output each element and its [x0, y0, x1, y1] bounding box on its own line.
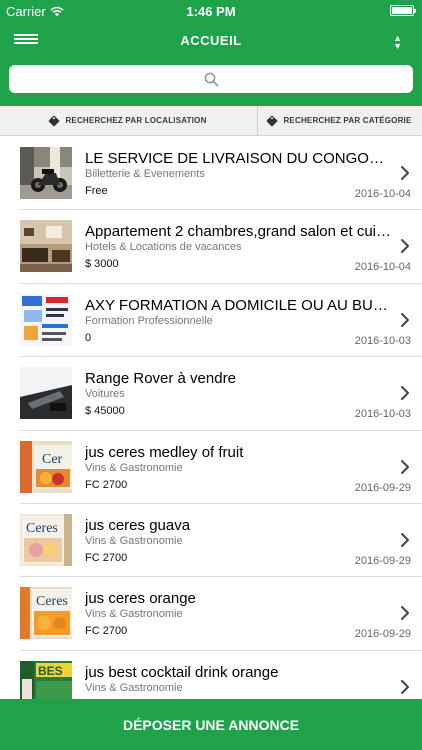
listing-title: jus ceres guava — [85, 516, 191, 534]
battery-icon — [390, 5, 416, 16]
listing-thumbnail — [20, 147, 72, 199]
listing-price: $ 3000 — [85, 258, 119, 271]
listing-title: Range Rover à vendre — [85, 370, 236, 388]
listing-row[interactable]: Range Rover à vendre Voitures $ 45000 20… — [0, 357, 422, 431]
svg-text:BES: BES — [38, 664, 63, 678]
filter-location-label: RECHERCHEZ PAR LOCALISATION — [65, 116, 207, 125]
post-ad-label: DÉPOSER UNE ANNONCE — [122, 716, 300, 733]
listing-date: 2016-10-03 — [354, 408, 411, 421]
listing-title: jus ceres medley of fruit — [85, 443, 244, 461]
svg-text:Cer: Cer — [42, 452, 63, 467]
search-icon — [204, 72, 218, 86]
listing-date: 2016-10-03 — [354, 334, 411, 347]
listing-category: Vins & Gastronomie — [85, 534, 183, 547]
chevron-right-icon — [401, 239, 409, 254]
listing-price: $ 45000 — [85, 405, 125, 418]
listing-row[interactable]: Appartement 2 chambres,grand salon et cu… — [0, 210, 422, 285]
nav-bar: ACCUEIL ▲ ▼ — [0, 22, 422, 62]
listing-price: FC 2700 — [85, 625, 128, 638]
listing-price: 0 — [85, 331, 92, 344]
svg-text:Ceres: Ceres — [26, 521, 58, 536]
listing-row[interactable]: Ceres jus ceres guava Vins & Gastronomie… — [0, 504, 422, 578]
listing-thumbnail: Cer — [20, 440, 72, 493]
listing-title: jus best cocktail drink orange — [85, 663, 279, 681]
listing-price: FC 2700 — [85, 551, 128, 564]
sort-arrows-icon[interactable]: ▲ ▼ — [393, 34, 402, 51]
listing-price: Free — [85, 185, 108, 197]
listing-title: LE SERVICE DE LIVRAISON DU CONGOBONNE — [85, 150, 392, 167]
listing-row[interactable]: LE SERVICE DE LIVRAISON DU CONGOBONNE Bi… — [0, 137, 422, 211]
page-title: ACCUEIL — [180, 33, 242, 48]
listing-category: Formation Professionnelle — [85, 314, 213, 327]
clock: 1:46 PM — [186, 4, 236, 19]
post-ad-button[interactable]: DÉPOSER UNE ANNONCE — [0, 699, 422, 750]
listing-thumbnail — [20, 367, 72, 420]
listing-row[interactable]: BES jus best cocktail drink orange Vins … — [0, 651, 422, 699]
listing-title: jus ceres orange — [85, 590, 196, 608]
listing-category: Hotels & Locations de vacances — [85, 241, 242, 254]
listing-thumbnail: Ceres — [20, 513, 72, 566]
listing-category: Vins & Gastronomie — [85, 608, 183, 621]
listing-category: Vins & Gastronomie — [85, 681, 183, 694]
chevron-right-icon — [401, 386, 409, 401]
listing-category: Vins & Gastronomie — [85, 461, 183, 474]
listing-row[interactable]: Ceres jus ceres orange Vins & Gastronomi… — [0, 577, 422, 652]
search-area — [0, 62, 422, 106]
listings-list: LE SERVICE DE LIVRAISON DU CONGOBONNE Bi… — [0, 137, 422, 699]
listing-date: 2016-09-29 — [354, 481, 411, 494]
listing-category: Billetterie & Evenements — [85, 168, 205, 180]
filter-bar: RECHERCHEZ PAR LOCALISATION RECHERCHEZ P… — [0, 106, 422, 136]
listing-thumbnail: BES — [20, 660, 72, 699]
chevron-right-icon — [401, 679, 409, 694]
listing-date: 2016-09-29 — [354, 554, 411, 567]
chevron-right-icon — [401, 459, 409, 474]
status-bar: Carrier 1:46 PM — [0, 0, 422, 22]
chevron-right-icon — [401, 166, 409, 180]
filter-category-label: RECHERCHEZ PAR CATÉGORIE — [283, 116, 412, 125]
listing-price: FC 2700 — [85, 478, 128, 491]
listing-row[interactable]: Cer jus ceres medley of fruit Vins & Gas… — [0, 431, 422, 505]
listing-date: 2016-10-04 — [354, 261, 411, 274]
tag-icon — [48, 114, 61, 127]
filter-by-location-button[interactable]: RECHERCHEZ PAR LOCALISATION — [0, 106, 258, 135]
listing-date: 2016-10-04 — [354, 188, 411, 200]
listing-title: AXY FORMATION A DOMICILE OU AU BUREAU — [85, 296, 392, 314]
svg-text:Ceres: Ceres — [36, 594, 68, 609]
chevron-right-icon — [401, 312, 409, 327]
listing-row[interactable]: AXY FORMATION A DOMICILE OU AU BUREAU Fo… — [0, 284, 422, 358]
tag-icon — [266, 114, 279, 127]
chevron-right-icon — [401, 606, 409, 621]
chevron-right-icon — [401, 532, 409, 547]
listing-thumbnail — [20, 220, 72, 273]
listing-thumbnail — [20, 293, 72, 346]
filter-by-category-button[interactable]: RECHERCHEZ PAR CATÉGORIE — [258, 106, 422, 135]
listing-date: 2016-09-29 — [354, 628, 411, 641]
listing-category: Voitures — [85, 388, 125, 401]
search-input[interactable] — [9, 65, 413, 93]
listing-title: Appartement 2 chambres,grand salon et cu… — [85, 223, 392, 241]
listing-thumbnail: Ceres — [20, 587, 72, 640]
